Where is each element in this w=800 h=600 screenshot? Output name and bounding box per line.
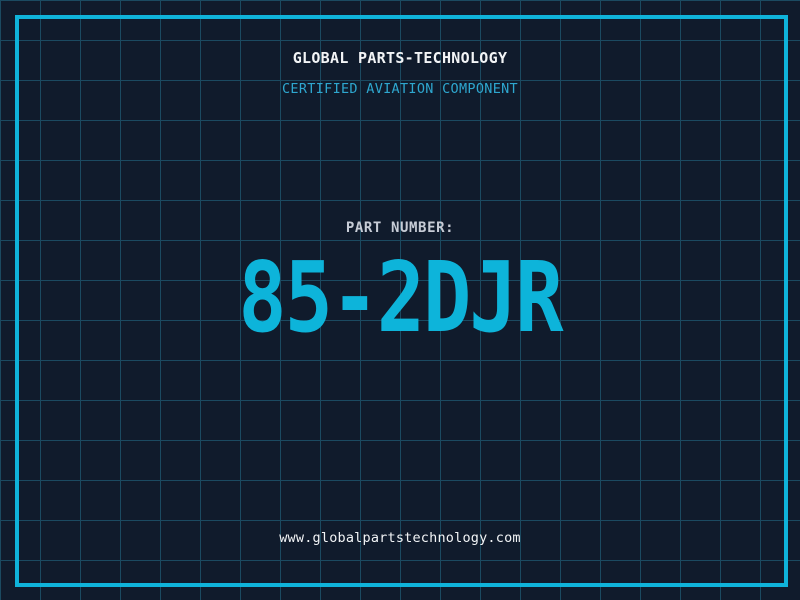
certificate-page: GLOBAL PARTS-TECHNOLOGY CERTIFIED AVIATI… bbox=[0, 0, 800, 600]
part-number-display: 85-2DJR bbox=[0, 240, 800, 355]
part-number-value: 85-2DJR bbox=[238, 240, 563, 355]
company-name: GLOBAL PARTS-TECHNOLOGY bbox=[292, 49, 508, 67]
website-url: www.globalpartstechnology.com bbox=[279, 530, 521, 546]
part-number-label: PART NUMBER: bbox=[345, 220, 455, 236]
certification-subtitle: CERTIFIED AVIATION COMPONENT bbox=[282, 81, 518, 97]
